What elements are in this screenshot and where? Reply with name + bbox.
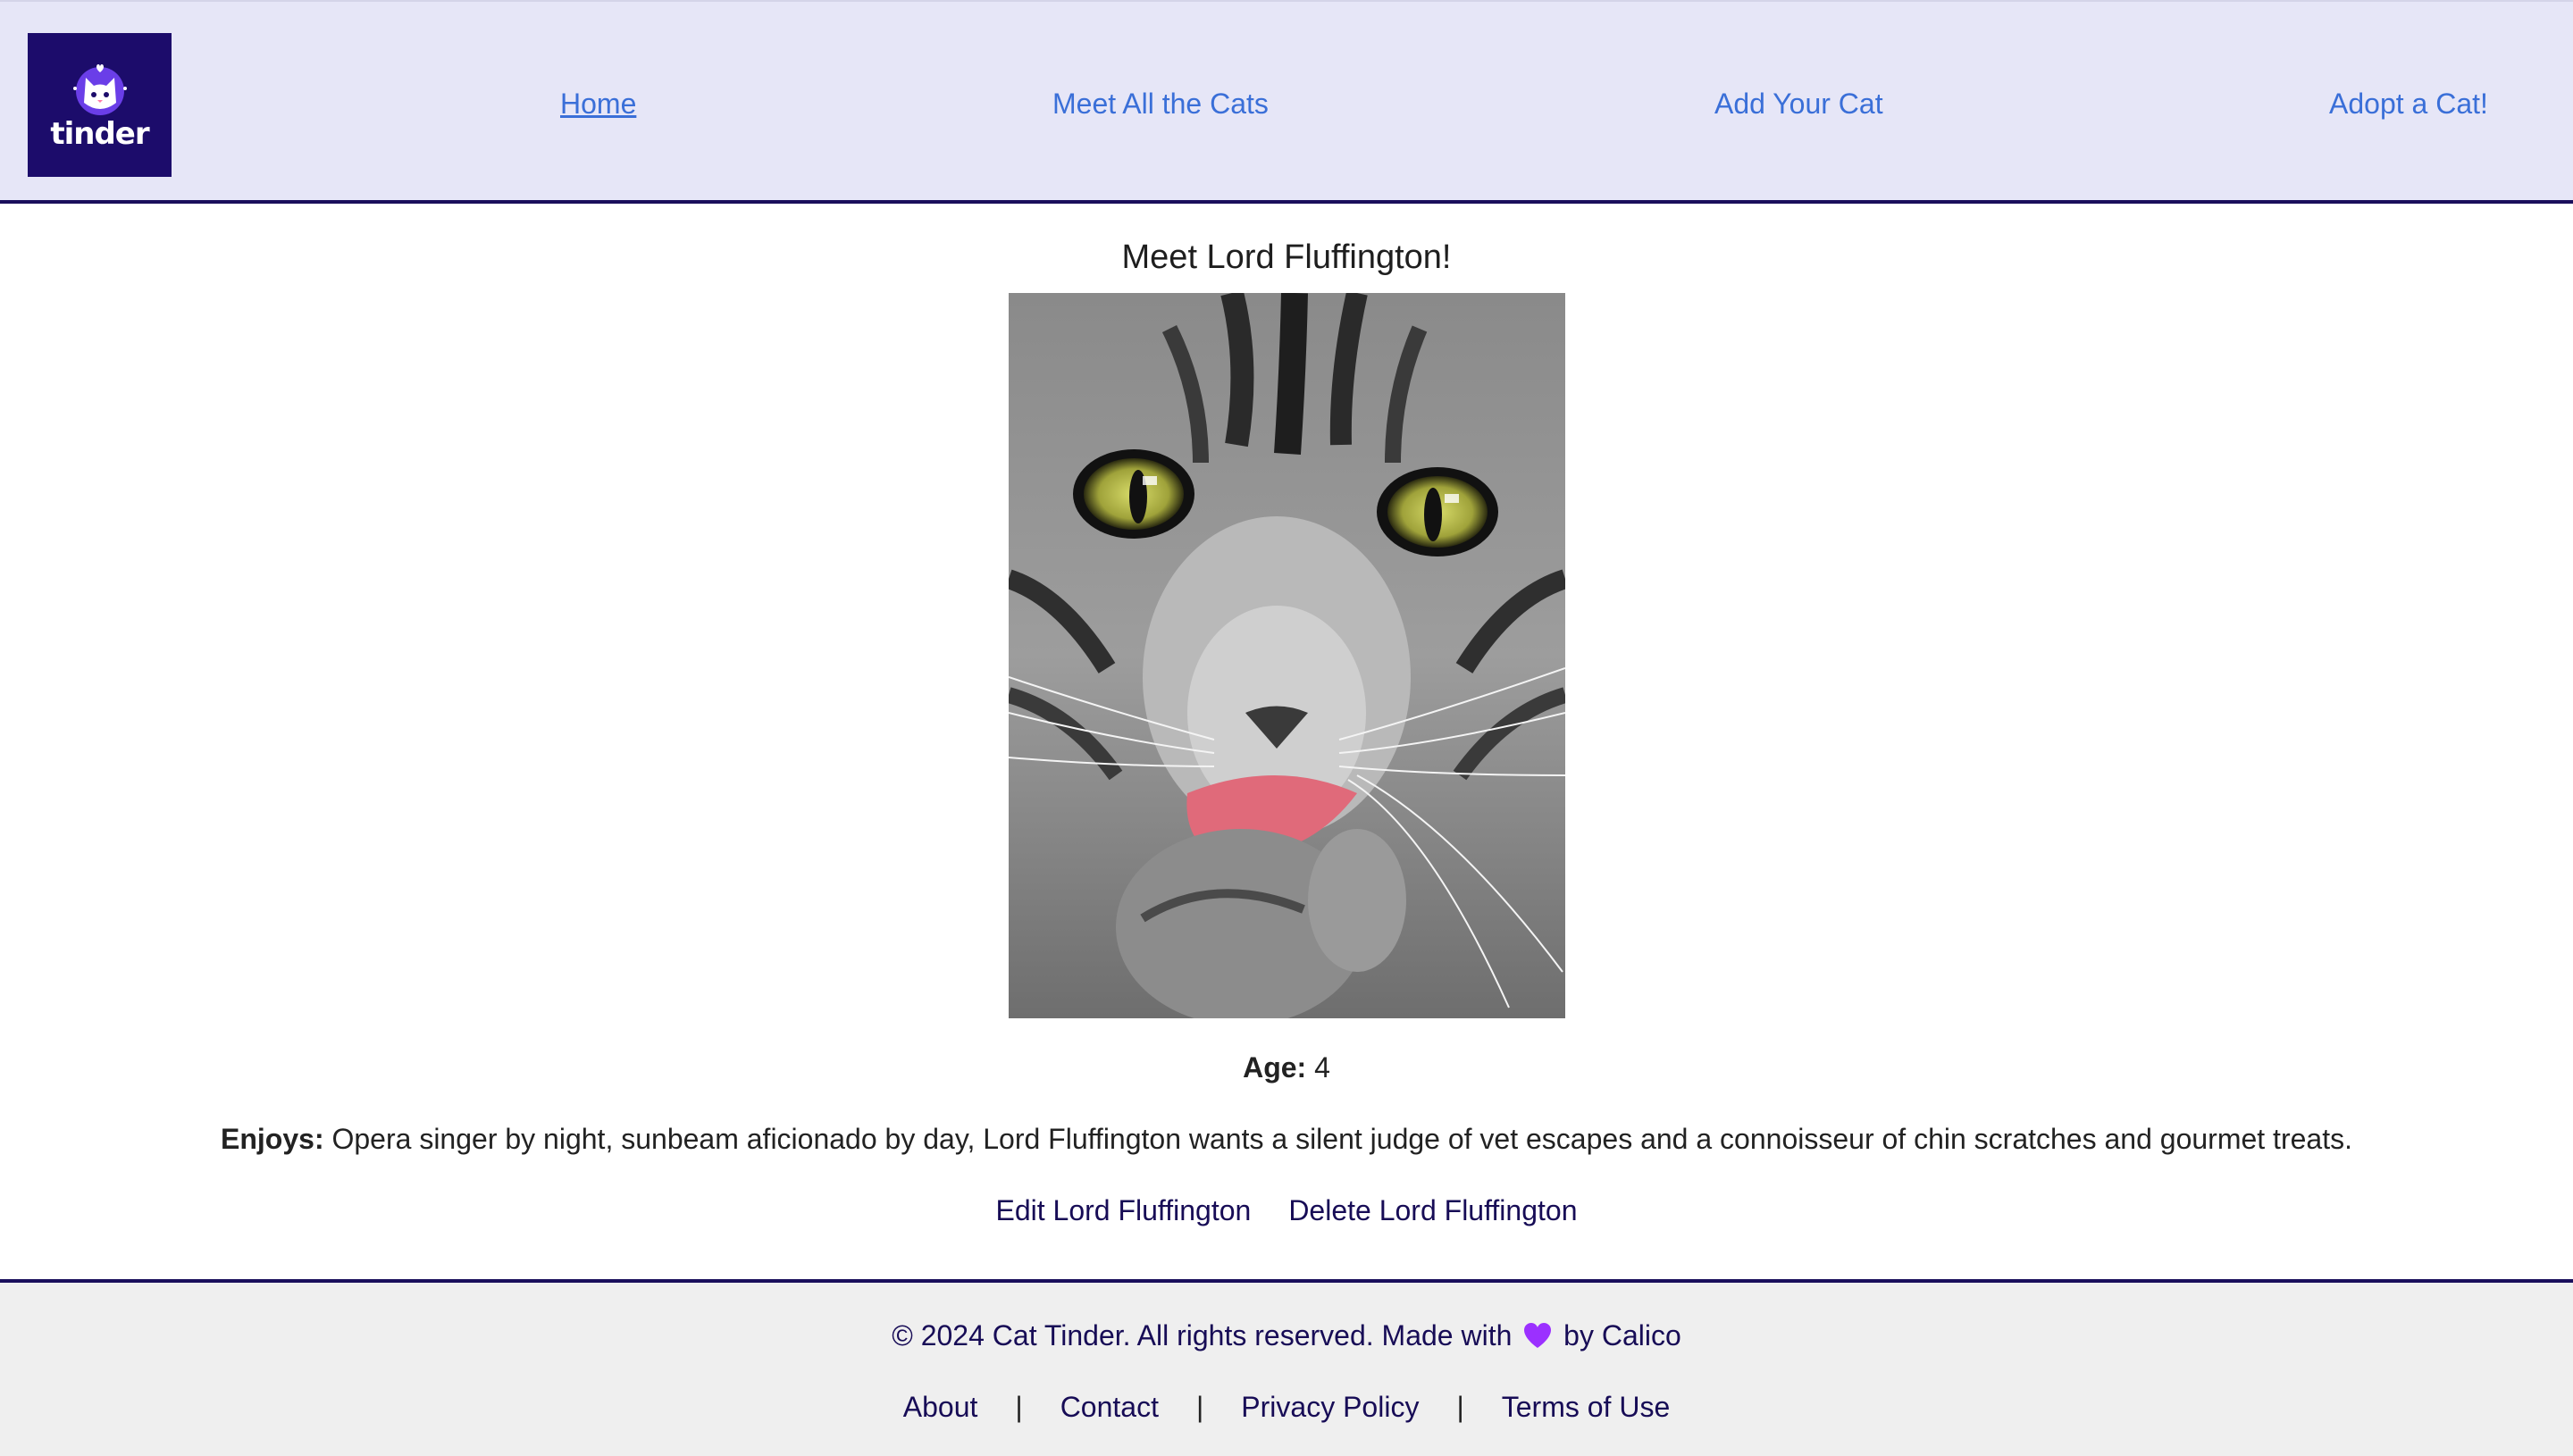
page-title: Meet Lord Fluffington! (1121, 238, 1452, 276)
cat-enjoys: Enjoys: Opera singer by night, sunbeam a… (0, 1121, 2573, 1157)
enjoys-label: Enjoys: (221, 1123, 324, 1155)
logo-link[interactable]: tinder (28, 33, 172, 177)
copyright-suffix: by Calico (1563, 1319, 1681, 1351)
logo-text: tinder (50, 115, 149, 152)
footer-separator: | (1195, 1391, 1204, 1423)
edit-cat-link[interactable]: Edit Lord Fluffington (996, 1192, 1252, 1228)
footer-links: About | Contact | Privacy Policy | Terms… (0, 1389, 2573, 1425)
copyright-text: © 2024 Cat Tinder. All rights reserved. … (0, 1318, 2573, 1353)
enjoys-value: Opera singer by night, sunbeam aficionad… (331, 1123, 2352, 1155)
footer-separator: | (1015, 1391, 1023, 1423)
age-value: 4 (1314, 1051, 1330, 1084)
footer-link-contact[interactable]: Contact (1060, 1389, 1159, 1425)
nav-adopt-a-cat[interactable]: Adopt a Cat! (2329, 86, 2488, 121)
nav-home[interactable]: Home (560, 86, 636, 121)
nav-meet-all-cats[interactable]: Meet All the Cats (1052, 86, 1269, 121)
cat-logo-icon (72, 63, 127, 115)
footer-separator: | (1456, 1391, 1464, 1423)
purple-heart-icon (1524, 1323, 1552, 1348)
site-footer: © 2024 Cat Tinder. All rights reserved. … (0, 1279, 2573, 1456)
cat-age: Age: 4 (0, 1050, 2573, 1085)
nav-add-your-cat[interactable]: Add Your Cat (1714, 86, 1883, 121)
cat-photo (1009, 293, 1565, 1018)
footer-link-about[interactable]: About (903, 1389, 978, 1425)
footer-link-privacy-policy[interactable]: Privacy Policy (1241, 1389, 1419, 1425)
cat-actions: Edit Lord Fluffington Delete Lord Fluffi… (0, 1192, 2573, 1228)
delete-cat-link[interactable]: Delete Lord Fluffington (1288, 1192, 1577, 1228)
age-label: Age: (1243, 1051, 1307, 1084)
cat-profile: Meet Lord Fluffington! Age: 4 Enjoys: Op… (0, 204, 2573, 1279)
footer-link-terms-of-use[interactable]: Terms of Use (1502, 1389, 1670, 1425)
site-header: tinder Home Meet All the Cats Add Your C… (0, 0, 2573, 204)
copyright-prefix: © 2024 Cat Tinder. All rights reserved. … (892, 1319, 1513, 1351)
